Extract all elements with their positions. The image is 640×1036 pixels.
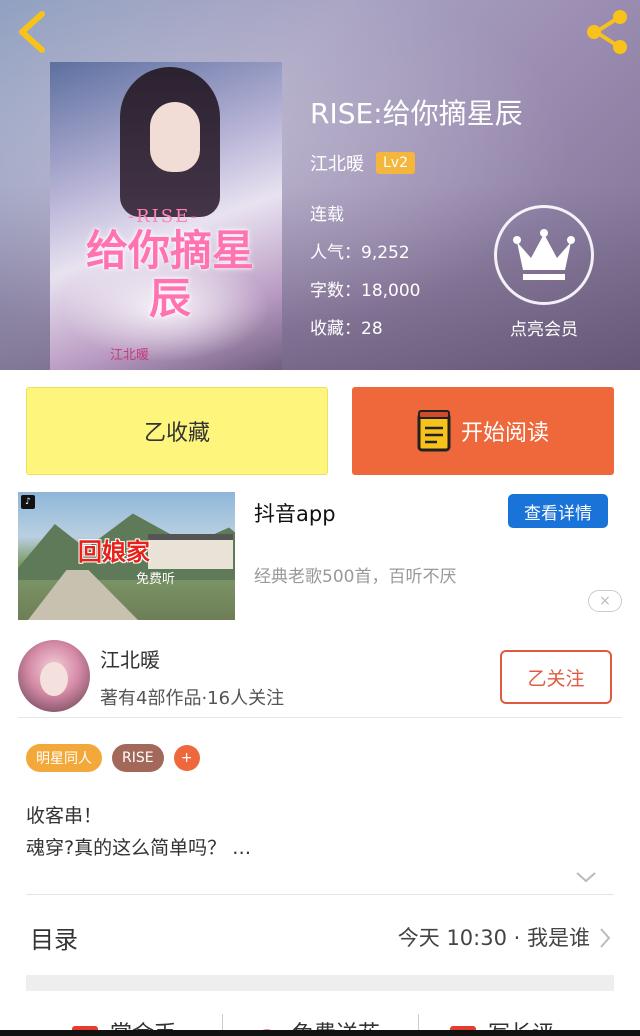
screen-bottom-edge — [0, 1030, 640, 1036]
cover-subtitle-text: 江北暖 — [110, 348, 150, 363]
author-name[interactable]: 江北暖 — [310, 150, 364, 176]
avatar[interactable] — [18, 640, 90, 712]
chevron-down-icon — [576, 872, 596, 883]
ad-detail-button[interactable]: 查看详情 — [508, 494, 608, 528]
share-button[interactable] — [582, 8, 632, 56]
follow-button[interactable]: 乙关注 — [500, 650, 612, 704]
ad-app-name: 抖音app — [254, 502, 336, 526]
chevron-right-icon — [600, 928, 611, 948]
ad-thumbnail[interactable]: ♪ 回娘家 免费听 — [18, 492, 235, 620]
serial-status: 连载 — [310, 205, 344, 225]
tag-rise[interactable]: RISE — [112, 744, 164, 772]
ad-close-button[interactable]: × — [588, 590, 622, 612]
divider — [26, 894, 614, 895]
start-reading-button[interactable]: 开始阅读 — [352, 387, 614, 475]
popularity-count: 人气：9,252 — [310, 243, 410, 263]
word-count: 字数：18,000 — [310, 281, 421, 301]
chevron-left-icon — [19, 11, 45, 53]
vip-membership-button[interactable]: 点亮会员 — [492, 205, 596, 340]
expand-intro-button[interactable] — [574, 868, 598, 886]
author-card-stats: 著有4部作品·16人关注 — [100, 688, 285, 709]
tiktok-icon: ♪ — [21, 495, 35, 509]
table-of-contents-row[interactable]: 目录 今天 10:30 · 我是谁 — [26, 906, 614, 970]
toc-title: 目录 — [30, 926, 78, 954]
author-card-name: 江北暖 — [100, 648, 160, 672]
start-reading-label: 开始阅读 — [460, 421, 549, 446]
ad-thumb-house — [148, 534, 233, 569]
crown-icon — [513, 229, 575, 280]
share-icon — [587, 10, 627, 54]
vip-label: 点亮会员 — [510, 320, 578, 340]
tag-fanfic[interactable]: 明星同人 — [26, 744, 102, 772]
book-title: RISE:给你摘星辰 — [310, 97, 523, 130]
author-row: 江北暖 Lv2 — [310, 150, 415, 176]
latest-chapter: 今天 10:30 · 我是谁 — [397, 926, 590, 950]
add-tag-button[interactable]: + — [173, 745, 200, 771]
level-badge: Lv2 — [376, 152, 415, 174]
cover-title-text: 给你摘星辰 — [85, 226, 254, 323]
cover-figure-face — [150, 102, 200, 172]
back-button[interactable] — [10, 8, 58, 56]
collect-button-label: 乙收藏 — [143, 421, 210, 446]
author-card[interactable]: 江北暖 著有4部作品·16人关注 乙关注 — [18, 636, 622, 718]
book-header: -RISE- 给你摘星辰 江北暖 RISE:给你摘星辰 江北暖 Lv2 连载 人… — [0, 0, 640, 370]
book-cover[interactable]: -RISE- 给你摘星辰 江北暖 — [50, 62, 282, 370]
ad-thumb-subtitle: 免费听 — [136, 572, 176, 587]
cover-tag-text: -RISE- — [128, 206, 199, 227]
tag-list: 明星同人 RISE + — [26, 744, 210, 772]
section-separator — [26, 975, 614, 991]
book-intro: 收客串！ 魂穿?真的这么简单吗？ … — [26, 805, 252, 859]
close-icon: × — [599, 593, 611, 609]
favorites-count: 收藏：28 — [310, 319, 383, 339]
collect-button[interactable]: 乙收藏 — [26, 387, 328, 475]
book-icon — [417, 410, 451, 452]
ad-detail-label: 查看详情 — [524, 503, 592, 524]
follow-label: 乙关注 — [527, 667, 585, 690]
ad-thumb-title: 回娘家 — [78, 538, 150, 566]
ad-banner[interactable]: ♪ 回娘家 免费听 抖音app 查看详情 经典老歌500首，百听不厌 × — [18, 492, 622, 622]
ad-description: 经典老歌500首，百听不厌 — [254, 567, 457, 587]
vip-circle — [494, 205, 594, 305]
